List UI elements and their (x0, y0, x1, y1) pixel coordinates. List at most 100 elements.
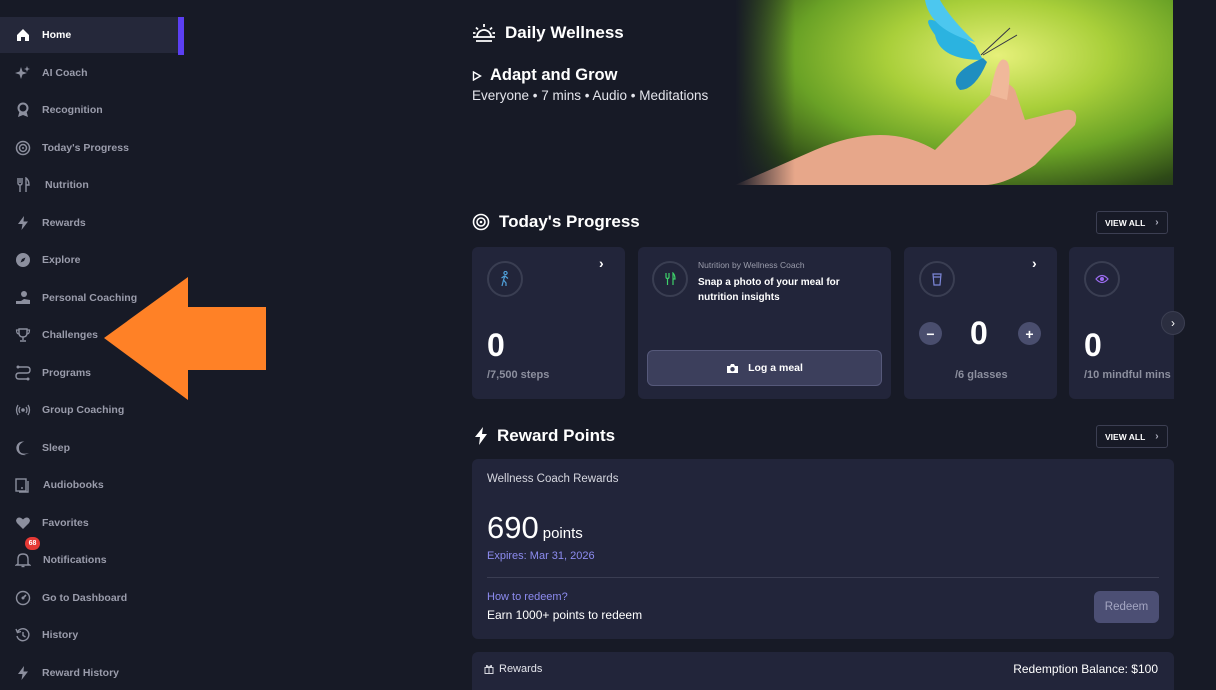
steps-value: 0 (487, 327, 505, 363)
sidebar-item-reward-history[interactable]: Reward History (0, 655, 184, 690)
play-icon (472, 70, 482, 81)
chevron-right-icon: › (599, 255, 604, 271)
reward-points-header: Reward Points (474, 426, 615, 446)
view-all-label: VIEW ALL (1105, 217, 1146, 228)
rewards-footer-label: Rewards (499, 663, 543, 675)
sidebar-item-explore[interactable]: Explore (0, 242, 184, 278)
sidebar-item-label: Group Coaching (42, 404, 125, 416)
sidebar-item-go-to-dashboard[interactable]: Go to Dashboard (0, 580, 184, 616)
sidebar-item-label: Programs (42, 367, 92, 379)
sidebar-item-rewards[interactable]: Rewards (0, 205, 184, 241)
history-icon (15, 627, 31, 643)
camera-icon (726, 363, 739, 374)
wellness-item[interactable]: Adapt and Grow (472, 66, 617, 85)
view-all-label: VIEW ALL (1105, 431, 1146, 442)
redemption-balance: Redemption Balance: $100 (1013, 662, 1158, 676)
sidebar-item-label: Reward History (42, 667, 120, 679)
app-root: Home AI Coach Recognition Today's Progre… (0, 0, 1216, 690)
sunrise-icon (472, 22, 496, 44)
sidebar-item-home[interactable]: Home (0, 17, 184, 55)
reward-points-title: Reward Points (497, 426, 616, 445)
mindful-card[interactable]: 0 /10 mindful mins (1069, 247, 1174, 399)
wellness-hero-image[interactable] (735, 0, 1173, 185)
points-value: 690 (487, 510, 539, 545)
trophy-icon (15, 327, 31, 343)
sidebar-item-label: Nutrition (45, 179, 89, 191)
gift-icon (484, 664, 494, 674)
sidebar-item-label: Notifications (43, 554, 107, 566)
home-icon (15, 27, 31, 43)
rewards-balance-card: Rewards Redemption Balance: $100 (472, 652, 1174, 690)
daily-wellness-title: Daily Wellness (505, 23, 624, 42)
todays-progress-header: Today's Progress (472, 212, 640, 232)
heart-icon (15, 515, 31, 531)
progress-view-all-button[interactable]: VIEW ALL › (1096, 211, 1168, 234)
glass-icon (932, 272, 942, 286)
wellness-item-meta: Everyone • 7 mins • Audio • Meditations (472, 88, 709, 103)
sidebar-item-notifications[interactable]: 68 Notifications (0, 537, 184, 578)
water-unit: /6 glasses (955, 369, 1008, 381)
nutrition-caption: Nutrition by Wellness Coach (698, 260, 805, 270)
mindful-ring (1084, 261, 1120, 297)
how-to-redeem-link[interactable]: How to redeem? (487, 591, 568, 603)
divider (487, 577, 1159, 578)
sidebar-item-recognition[interactable]: Recognition (0, 92, 184, 128)
eye-icon (1095, 274, 1109, 284)
sidebar-item-label: Rewards (42, 217, 86, 229)
award-icon (15, 102, 31, 118)
target-icon (15, 140, 31, 156)
log-meal-button[interactable]: Log a meal (647, 350, 882, 386)
broadcast-icon (15, 402, 31, 418)
water-value: 0 (970, 315, 988, 351)
sidebar-item-todays-progress[interactable]: Today's Progress (0, 130, 184, 166)
mindful-value: 0 (1084, 327, 1102, 363)
wellness-item-title: Adapt and Grow (490, 66, 618, 84)
todays-progress-title: Today's Progress (499, 212, 640, 231)
carousel-next-button[interactable]: › (1161, 311, 1185, 335)
sidebar-item-label: Home (42, 29, 72, 41)
sidebar-item-label: Explore (42, 254, 81, 266)
butterfly-hand-illustration (735, 0, 1077, 185)
nutrition-prompt: Snap a photo of your meal for nutrition … (698, 277, 840, 303)
nutrition-ring (652, 261, 688, 297)
bolt-icon (15, 665, 31, 681)
chevron-right-icon: › (1032, 255, 1037, 271)
sidebar-item-label: Challenges (42, 329, 99, 341)
bolt-icon (15, 215, 31, 231)
sparkle-icon (15, 65, 31, 81)
water-decrement-button[interactable]: − (919, 322, 942, 345)
utensils-icon (664, 272, 676, 286)
utensils-icon (15, 177, 31, 193)
notification-badge: 68 (25, 537, 40, 550)
pointer-arrow-annotation (104, 277, 266, 400)
sidebar-item-favorites[interactable]: Favorites (0, 505, 184, 541)
log-meal-label: Log a meal (748, 362, 803, 374)
hero-fade (735, 0, 795, 185)
rewards-view-all-button[interactable]: VIEW ALL › (1096, 425, 1168, 448)
walking-icon (499, 271, 511, 287)
target-icon (472, 213, 490, 231)
compass-icon (15, 252, 31, 268)
sidebar-item-label: Today's Progress (42, 142, 129, 154)
sidebar-item-label: Sleep (42, 442, 71, 454)
rewards-card-title: Wellness Coach Rewards (487, 473, 619, 485)
chevron-right-icon: › (1171, 316, 1175, 330)
rewards-card: Wellness Coach Rewards 690 points Expire… (472, 459, 1174, 639)
sidebar-item-ai-coach[interactable]: AI Coach (0, 55, 184, 91)
sidebar-item-nutrition[interactable]: Nutrition (0, 167, 184, 203)
sidebar-item-label: AI Coach (42, 67, 88, 79)
mindful-unit: /10 mindful mins (1084, 369, 1171, 381)
sidebar-item-sleep[interactable]: Sleep (0, 430, 184, 466)
chevron-right-icon: › (1155, 217, 1159, 228)
sidebar-item-audiobooks[interactable]: Audiobooks (0, 467, 184, 503)
points-expiry: Expires: Mar 31, 2026 (487, 550, 595, 562)
water-increment-button[interactable]: + (1018, 322, 1041, 345)
sidebar-item-label: Recognition (42, 104, 103, 116)
steps-unit: /7,500 steps (487, 369, 550, 381)
sidebar-item-label: Go to Dashboard (42, 592, 128, 604)
coach-icon (15, 290, 31, 306)
steps-card[interactable]: › 0 /7,500 steps (472, 247, 625, 399)
sidebar-item-history[interactable]: History (0, 617, 184, 653)
water-ring (919, 261, 955, 297)
redeem-button[interactable]: Redeem (1094, 591, 1159, 623)
